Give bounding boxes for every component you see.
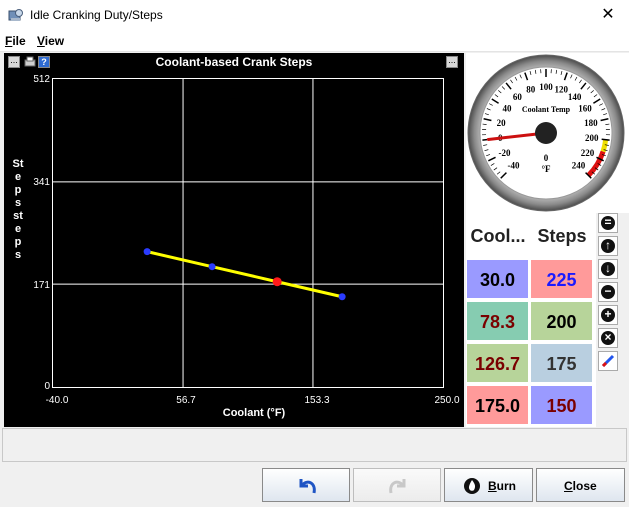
move-down-button[interactable]: ↓	[598, 259, 618, 279]
gauge-title: Coolant Temp	[522, 105, 571, 114]
x-tick-153: 153.3	[304, 395, 330, 406]
gauge-value-readout: 0	[544, 153, 549, 163]
y-axis-label: Steps steps	[12, 158, 24, 261]
redo-button[interactable]	[353, 468, 441, 502]
x-circle-icon: ×	[601, 331, 615, 345]
menu-view[interactable]: View	[37, 34, 64, 48]
data-point[interactable]	[143, 248, 151, 256]
coolant-cell[interactable]: 78.3	[466, 301, 529, 341]
minus-icon: −	[601, 285, 615, 299]
menu-file[interactable]: File	[5, 34, 26, 48]
close-button[interactable]: Close	[536, 468, 625, 502]
gauge-label: 180	[584, 118, 598, 128]
x-axis-label: Coolant (°F)	[222, 407, 286, 419]
steps-cell[interactable]: 200	[530, 301, 593, 341]
crank-steps-plot[interactable]	[53, 79, 443, 387]
coolant-cell[interactable]: 126.7	[466, 343, 529, 383]
gauge-label: 40	[503, 104, 512, 114]
y-tick-0: 0	[44, 381, 50, 392]
chart-panel: ... ? ... Coolant-based Crank Steps Step…	[4, 53, 464, 427]
gauge-label: 200	[585, 133, 599, 143]
column-header-coolant[interactable]: Cool...	[466, 213, 530, 259]
arrow-down-icon: ↓	[601, 262, 615, 276]
burn-button[interactable]: Burn	[444, 468, 533, 502]
status-bar	[2, 428, 627, 462]
flame-icon	[464, 478, 480, 494]
gauge-label: 100	[539, 82, 553, 92]
menu-bar: File View	[0, 30, 629, 52]
curve-table: Cool... Steps 30.0 225 78.3 200 126.7 175 175.…	[466, 213, 596, 427]
equals-icon: =	[601, 216, 615, 230]
data-point[interactable]	[338, 293, 346, 301]
move-up-button[interactable]: ↑	[598, 236, 618, 256]
gauge-label: 220	[581, 148, 595, 158]
coolant-cell[interactable]: 175.0	[466, 385, 529, 425]
chart-title: Coolant-based Crank Steps	[155, 55, 313, 69]
increment-button[interactable]: +	[598, 305, 618, 325]
gauge-label: 120	[554, 85, 568, 95]
arrow-up-icon: ↑	[601, 239, 615, 253]
y-tick-171: 171	[33, 280, 50, 291]
coolant-cell[interactable]: 30.0	[466, 259, 529, 299]
redo-icon	[389, 479, 406, 494]
gauge-unit: °F	[541, 164, 551, 174]
steps-cell[interactable]: 225	[530, 259, 593, 299]
equals-button[interactable]: =	[598, 213, 618, 233]
gauge-label: 160	[578, 104, 592, 114]
y-tick-341: 341	[33, 177, 50, 188]
gauge-tick	[601, 138, 610, 141]
y-tick-512: 512	[33, 74, 50, 85]
x-tick-250: 250.0	[434, 395, 460, 406]
cancel-button[interactable]: ×	[598, 328, 618, 348]
gauge-label: 240	[572, 161, 586, 171]
close-window-icon[interactable]: ✕	[597, 4, 619, 26]
steps-cell[interactable]: 175	[530, 343, 593, 383]
undo-button[interactable]	[262, 468, 350, 502]
gauge-label: -40	[507, 161, 519, 171]
undo-icon	[299, 479, 316, 494]
plus-icon: +	[601, 308, 615, 322]
gauge-hub	[535, 122, 557, 144]
x-tick-minus40: -40.0	[45, 395, 69, 406]
title-bar: Idle Cranking Duty/Steps ✕	[0, 0, 629, 30]
gauge-label: -20	[499, 148, 511, 158]
gauge-label: 140	[568, 92, 582, 102]
edit-button[interactable]	[598, 351, 618, 371]
window-title: Idle Cranking Duty/Steps	[30, 8, 163, 22]
gauge-label: 20	[497, 118, 507, 128]
decrement-button[interactable]: −	[598, 282, 618, 302]
x-tick-56: 56.7	[176, 395, 196, 406]
plot-area[interactable]	[52, 78, 444, 388]
gauge-label: 60	[513, 92, 523, 102]
selected-data-point[interactable]	[272, 277, 282, 287]
steps-cell[interactable]: 150	[530, 385, 593, 425]
coolant-gauge-panel: -40-20020406080100120140160180200220240 …	[466, 53, 629, 213]
gauge-label: 80	[526, 85, 536, 95]
pencil-icon	[601, 354, 615, 368]
coolant-temp-gauge: -40-20020406080100120140160180200220240 …	[467, 54, 625, 212]
app-icon	[8, 9, 23, 21]
data-point[interactable]	[208, 263, 216, 271]
column-header-steps[interactable]: Steps	[530, 213, 594, 259]
